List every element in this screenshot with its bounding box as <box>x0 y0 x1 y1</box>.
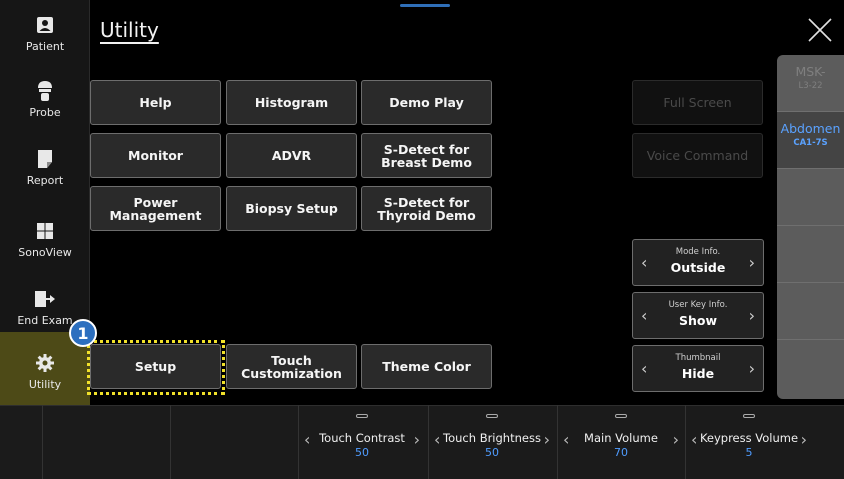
close-button[interactable] <box>806 16 834 44</box>
sidebar-item-sonoview[interactable]: SonoView <box>0 220 90 259</box>
bottom-divider <box>685 405 686 479</box>
probe-item-msk[interactable]: MSK- L3-22 <box>777 55 844 112</box>
control-label: Touch Brightness <box>443 431 541 445</box>
sidebar-item-label: Report <box>26 174 64 187</box>
sidebar-item-label: Patient <box>25 40 65 53</box>
advr-button[interactable]: ADVR <box>226 133 357 178</box>
probe-slot-empty[interactable] <box>777 283 844 340</box>
s-detect-thyroid-button[interactable]: S-Detect for Thyroid Demo <box>361 186 492 231</box>
monitor-button[interactable]: Monitor <box>90 133 221 178</box>
sidebar-item-probe[interactable]: Probe <box>0 80 90 119</box>
step-badge: 1 <box>69 319 97 347</box>
sidebar-item-label: Probe <box>29 106 61 119</box>
control-label: Main Volume <box>584 431 658 445</box>
setup-highlight-box <box>87 340 225 395</box>
thumbnail-selector[interactable]: ‹ Thumbnail Hide › <box>632 345 764 392</box>
sidebar-item-report[interactable]: Report <box>0 148 90 187</box>
page-title: Utility <box>100 18 159 42</box>
end-exam-icon <box>34 288 56 310</box>
touch-customization-button[interactable]: Touch Customization <box>226 344 357 389</box>
bottom-divider <box>557 405 558 479</box>
chevron-right-icon[interactable]: › <box>544 430 550 449</box>
control-value: 70 <box>614 446 628 459</box>
touch-brightness-control[interactable]: ‹ Touch Brightness 50 › <box>428 406 556 479</box>
control-value: 50 <box>485 446 499 459</box>
selector-value: Hide <box>681 366 715 381</box>
sidebar-item-label: Utility <box>28 378 62 391</box>
probe-slot-empty[interactable] <box>777 226 844 283</box>
probe-item-abdomen[interactable]: Abdomen CA1-7S <box>777 112 844 169</box>
main-volume-control[interactable]: ‹ Main Volume 70 › <box>557 406 685 479</box>
voice-command-button[interactable]: Voice Command <box>632 133 763 178</box>
gear-icon <box>34 352 56 374</box>
selector-title: User Key Info. <box>668 300 728 310</box>
left-sidebar: Patient Probe Report SonoView End Exam U… <box>0 0 90 410</box>
selector-title: Thumbnail <box>675 353 721 363</box>
mode-info-selector[interactable]: ‹ Mode Info. Outside › <box>632 239 764 286</box>
sidebar-item-label: End Exam <box>17 314 73 327</box>
bottom-divider <box>428 405 429 479</box>
knob-indicator-icon <box>486 414 498 418</box>
sonoview-icon <box>34 220 56 242</box>
probe-slot-empty[interactable] <box>777 169 844 226</box>
top-indicator <box>400 4 450 7</box>
probe-icon <box>34 80 56 102</box>
help-button[interactable]: Help <box>90 80 221 125</box>
selector-value: Show <box>678 313 718 328</box>
control-value: 5 <box>745 446 753 459</box>
probe-model: CA1-7S <box>793 138 828 148</box>
full-screen-button[interactable]: Full Screen <box>632 80 763 125</box>
chevron-right-icon[interactable]: › <box>414 430 420 449</box>
power-management-button[interactable]: Power Management <box>90 186 221 231</box>
chevron-right-icon[interactable]: › <box>749 306 755 325</box>
demo-play-button[interactable]: Demo Play <box>361 80 492 125</box>
user-key-info-selector[interactable]: ‹ User Key Info. Show › <box>632 292 764 339</box>
s-detect-breast-button[interactable]: S-Detect for Breast Demo <box>361 133 492 178</box>
sidebar-item-label: SonoView <box>18 246 72 259</box>
close-x-icon <box>808 18 832 42</box>
sidebar-item-patient[interactable]: Patient <box>0 14 90 53</box>
touch-contrast-control[interactable]: ‹ Touch Contrast 50 › <box>298 406 426 479</box>
control-label: Touch Contrast <box>319 431 405 445</box>
probe-panel: MSK- L3-22 Abdomen CA1-7S <box>777 55 844 399</box>
bottom-divider <box>170 405 171 479</box>
chevron-right-icon[interactable]: › <box>673 430 679 449</box>
probe-name: MSK- <box>795 64 826 79</box>
probe-model: L3-22 <box>798 81 823 91</box>
keypress-volume-control[interactable]: ‹ Keypress Volume 5 › <box>685 406 813 479</box>
selector-value: Outside <box>670 260 726 275</box>
biopsy-setup-button[interactable]: Biopsy Setup <box>226 186 357 231</box>
probe-slot-empty[interactable] <box>777 340 844 397</box>
selector-title: Mode Info. <box>675 247 721 257</box>
knob-indicator-icon <box>356 414 368 418</box>
report-icon <box>34 148 56 170</box>
knob-indicator-icon <box>743 414 755 418</box>
knob-indicator-icon <box>615 414 627 418</box>
probe-name: Abdomen <box>780 121 841 136</box>
theme-color-button[interactable]: Theme Color <box>361 344 492 389</box>
control-label: Keypress Volume <box>699 431 799 445</box>
bottom-divider <box>298 405 299 479</box>
bottom-divider <box>42 405 43 479</box>
chevron-right-icon[interactable]: › <box>801 430 807 449</box>
chevron-right-icon[interactable]: › <box>749 359 755 378</box>
control-value: 50 <box>355 446 369 459</box>
histogram-button[interactable]: Histogram <box>226 80 357 125</box>
patient-icon <box>34 14 56 36</box>
chevron-right-icon[interactable]: › <box>749 253 755 272</box>
bottom-control-bar: ‹ Touch Contrast 50 › ‹ Touch Brightness… <box>0 405 844 479</box>
